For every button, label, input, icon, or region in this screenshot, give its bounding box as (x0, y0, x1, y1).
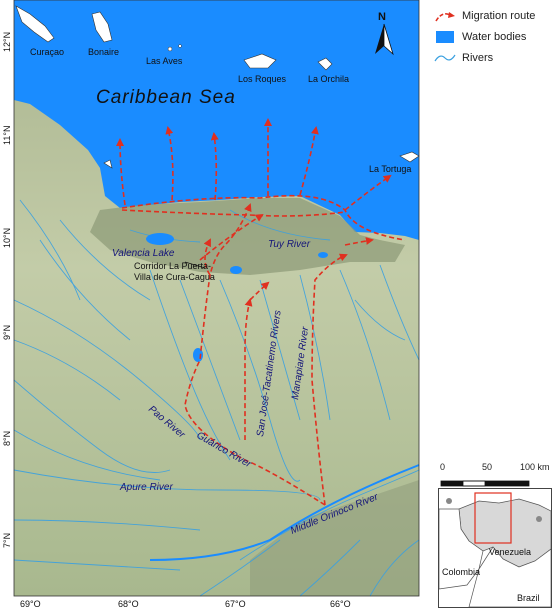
inset-locator-map: Venezuela Colombia Brazil (438, 488, 552, 608)
lat-label-7: 7°N (2, 533, 12, 548)
valencia-lake-label: Valencia Lake (112, 248, 175, 259)
scale-bar-graphic (440, 480, 530, 487)
scale-label-50: 50 (482, 462, 493, 472)
river-symbol-icon (434, 54, 456, 61)
reservoir-2 (230, 266, 242, 274)
inset-venezuela-label: Venezuela (489, 547, 531, 557)
legend-label-migration-route: Migration route (462, 9, 536, 22)
legend-item-rivers: Rivers (434, 47, 549, 68)
las-aves-label: Las Aves (146, 56, 183, 66)
north-label: N (378, 11, 386, 23)
lat-label-12: 12°N (2, 32, 12, 52)
legend-label-rivers: Rivers (462, 51, 494, 64)
corridor-label-2: Villa de Cura-Cagua (134, 272, 215, 282)
lon-label-68: 68°O (118, 599, 139, 609)
lat-label-9: 9°N (2, 325, 12, 340)
las-aves-island-2 (178, 44, 182, 48)
la-orchila-label: La Orchila (308, 74, 349, 84)
apure-river-label: Apure River (119, 482, 173, 493)
curacao-label: Curaçao (30, 47, 64, 57)
inset-brazil-label: Brazil (517, 593, 540, 603)
legend-item-migration-route: Migration route (434, 5, 549, 26)
sea-label: Caribbean Sea (96, 87, 236, 108)
lon-label-66: 66°O (330, 599, 351, 609)
scale-labels: 0 50 100 km (440, 462, 550, 475)
valencia-lake (146, 233, 174, 245)
legend-item-water-bodies: Water bodies (434, 26, 549, 47)
inset-map-graphic: Venezuela Colombia Brazil (439, 489, 551, 607)
corridor-label-1: Corridor La Puerta- (134, 261, 211, 271)
lat-label-8: 8°N (2, 431, 12, 446)
lat-label-10: 10°N (2, 228, 12, 248)
reservoir-3 (318, 252, 328, 258)
inset-colombia-label: Colombia (442, 567, 480, 577)
map-legend: Migration route Water bodies Rivers (434, 5, 549, 68)
bonaire-label: Bonaire (88, 47, 119, 57)
la-tortuga-label: La Tortuga (369, 164, 411, 174)
los-roques-label: Los Roques (238, 74, 287, 84)
scale-label-0: 0 (440, 462, 446, 472)
migration-route-symbol-icon (435, 11, 455, 21)
lat-label-11: 11°N (2, 126, 12, 145)
lon-label-69: 69°O (20, 599, 41, 609)
lon-label-67: 67°O (225, 599, 246, 609)
scale-label-100: 100 km (520, 462, 550, 472)
legend-label-water-bodies: Water bodies (462, 30, 527, 43)
tuy-river-label: Tuy River (268, 239, 311, 250)
las-aves-island (167, 46, 173, 52)
water-body-symbol-icon (436, 30, 454, 43)
